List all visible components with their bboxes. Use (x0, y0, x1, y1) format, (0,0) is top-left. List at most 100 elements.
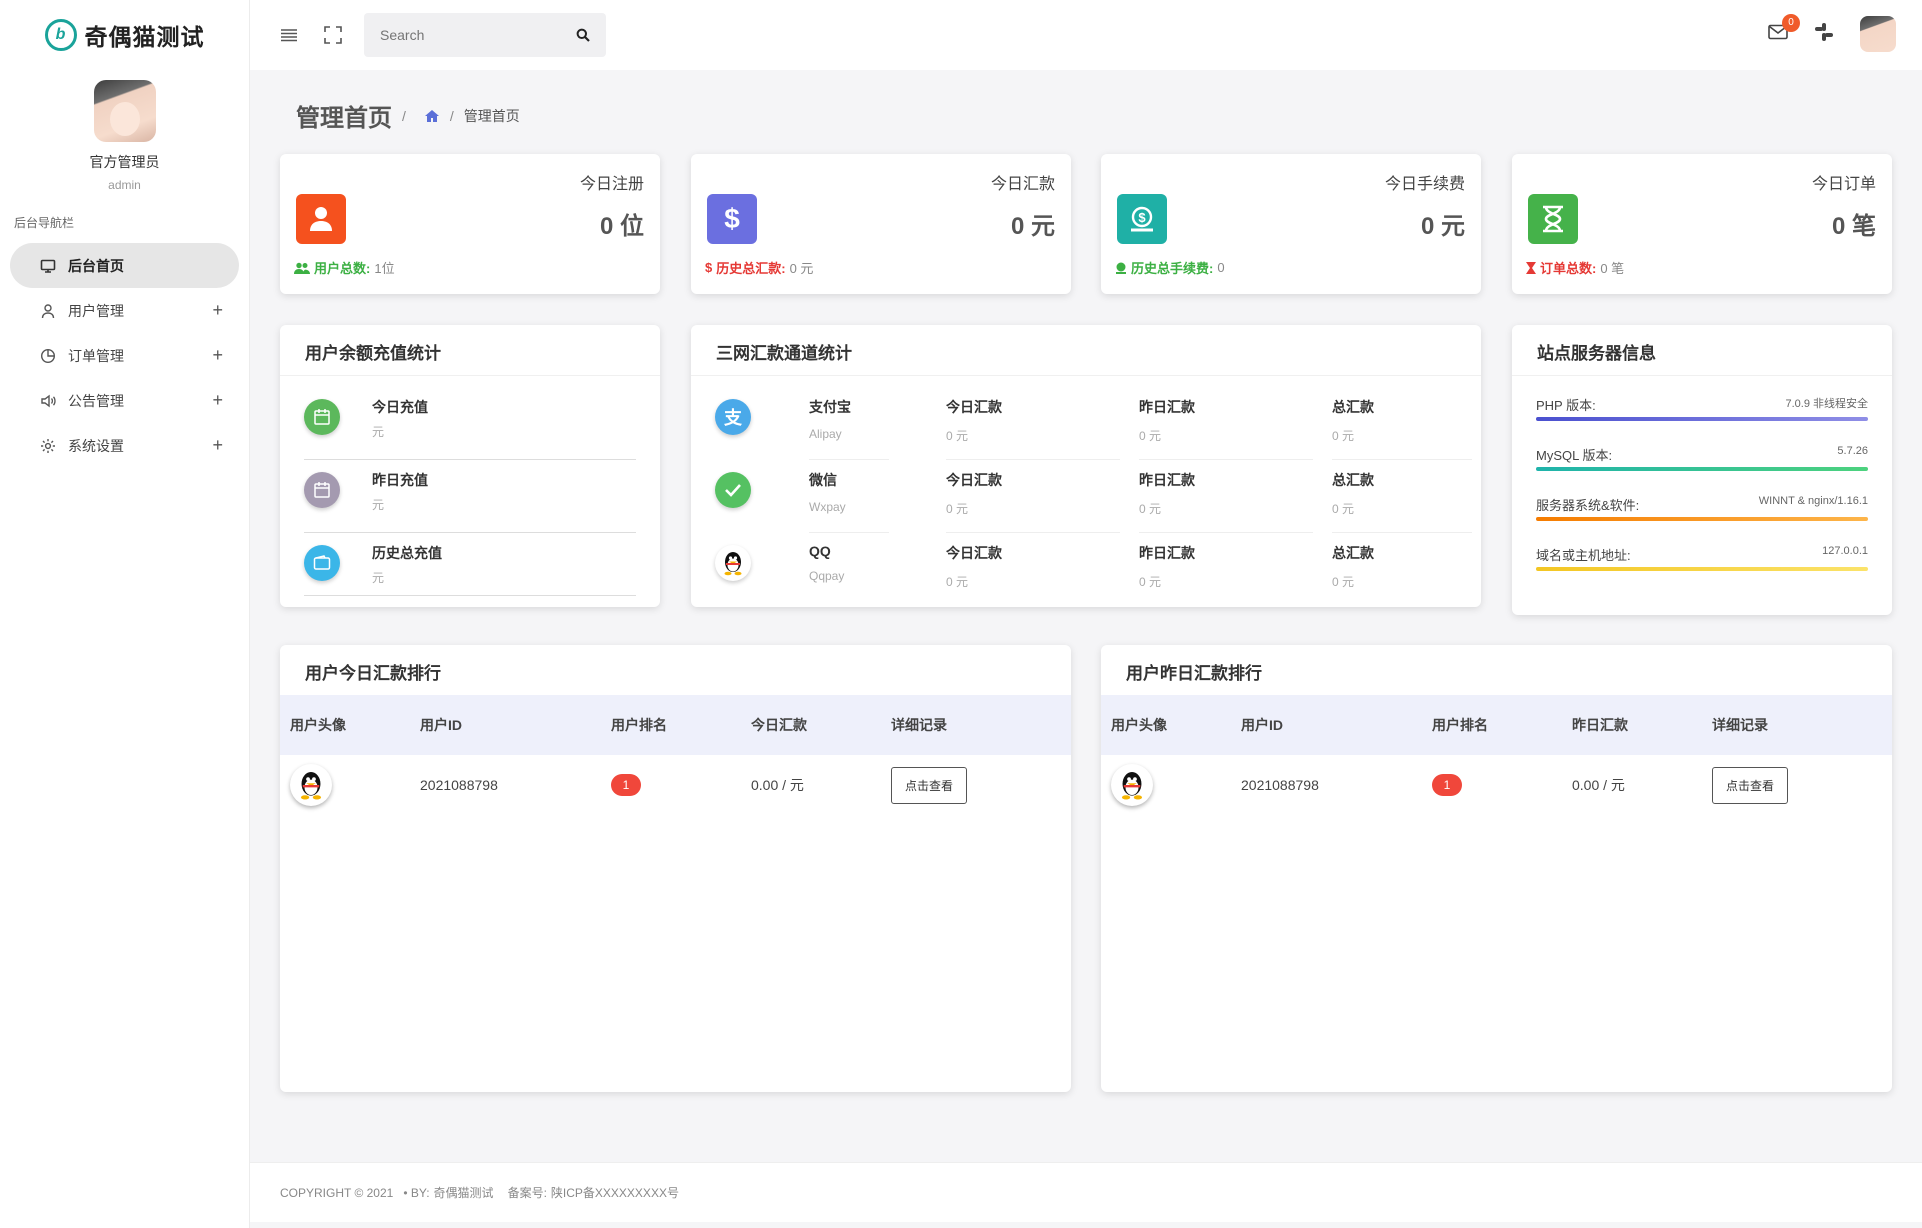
progress-bar (1536, 517, 1868, 521)
progress-bar (1536, 467, 1868, 471)
view-details-button[interactable]: 点击查看 (891, 766, 968, 804)
menu-toggle-button[interactable] (276, 22, 302, 48)
card-title: 用户余额充值统计 (305, 344, 441, 363)
wallet-icon (304, 545, 340, 581)
search-input[interactable] (380, 27, 576, 43)
qq-avatar-icon (1111, 764, 1153, 806)
search-box[interactable] (364, 13, 606, 57)
progress-bar (1536, 417, 1868, 421)
total-value: 0 元 (1332, 502, 1355, 516)
today-value: 0 元 (946, 502, 969, 516)
expand-icon[interactable]: + (212, 390, 223, 411)
qq-penguin-icon (715, 545, 751, 581)
svg-text:$: $ (1138, 210, 1146, 225)
sidebar-item-label: 后台首页 (68, 257, 124, 274)
ranking-table: 用户头像 用户ID 用户排名 昨日汇款 详细记录 2021088798 1 0.… (1101, 695, 1892, 815)
column-header: 用户ID (420, 717, 462, 733)
money-bag-icon (1116, 262, 1126, 274)
footer-author[interactable]: 奇偶猫测试 (434, 1184, 494, 1201)
apps-button[interactable] (1814, 22, 1834, 47)
divider (691, 375, 1481, 376)
breadcrumb-separator: / (449, 107, 454, 124)
page-title: 管理首页 (296, 105, 392, 132)
logo-icon: b (44, 19, 77, 51)
gear-icon (40, 438, 56, 454)
total-value: 0 元 (1332, 575, 1355, 589)
top-bar: 0 (250, 0, 1922, 70)
server-info-value: WINNT & nginx/1.16.1 (1758, 495, 1868, 507)
mail-count-badge: 0 (1782, 13, 1800, 32)
brand[interactable]: b 奇偶猫测试 (0, 0, 249, 70)
card-title: 用户昨日汇款排行 (1126, 664, 1262, 683)
sidebar-item-users[interactable]: 用户管理 + (10, 288, 239, 333)
avatar[interactable] (93, 80, 156, 142)
footer: COPYRIGHT © 2021 • BY: 奇偶猫测试 备案号: 陕ICP备X… (250, 1162, 1922, 1222)
slack-icon (1815, 22, 1833, 41)
sidebar-item-orders[interactable]: 订单管理 + (10, 333, 239, 378)
profile-role: admin (108, 178, 141, 192)
sidebar-item-notices[interactable]: 公告管理 + (10, 378, 239, 423)
calendar-icon (304, 472, 340, 508)
progress-bar (1536, 567, 1868, 571)
money-bag-icon: $ (1117, 194, 1167, 244)
list-item: 今日充值 元 (304, 387, 636, 460)
view-details-button[interactable]: 点击查看 (1712, 766, 1789, 804)
amount: 0.00 / 元 (751, 777, 804, 793)
channel-row-qq: QQ Qqpay 今日汇款 0 元 昨日汇款 0 元 总汇款 0 元 (715, 533, 1451, 605)
sidebar-item-label: 公告管理 (68, 392, 124, 409)
channel-name: QQ (809, 543, 831, 559)
divider (1512, 375, 1892, 376)
total-label: 总汇款 (1332, 545, 1374, 561)
divider (280, 375, 660, 376)
nav-title: 后台导航栏 (14, 216, 75, 230)
user-icon (296, 194, 346, 244)
user-avatar-button[interactable] (1860, 16, 1896, 52)
column-header: 用户排名 (1432, 717, 1488, 733)
card-title: 三网汇款通道统计 (716, 344, 852, 363)
yesterday-ranking-card: 用户昨日汇款排行 用户头像 用户ID 用户排名 昨日汇款 详细记录 202108… (1101, 645, 1892, 1092)
expand-icon[interactable]: + (212, 435, 223, 456)
footer-by: • BY: (403, 1185, 430, 1200)
fullscreen-button[interactable] (320, 22, 346, 48)
total-label: 总汇款 (1332, 472, 1374, 488)
profile: 官方管理员 admin (0, 70, 249, 192)
icp-label: 备案号: (507, 1186, 547, 1200)
today-label: 今日汇款 (946, 399, 1002, 415)
expand-icon[interactable]: + (212, 300, 223, 321)
table-row: 2021088798 1 0.00 / 元 点击查看 (280, 755, 1071, 815)
sidebar: b 奇偶猫测试 官方管理员 admin 后台导航栏 后台首页 用户管理 + 订单… (0, 0, 250, 1228)
yesterday-value: 0 元 (1139, 429, 1162, 443)
channel-name: 支付宝 (809, 399, 851, 415)
server-info-row: PHP 版本: 7.0.9 非线程安全 (1536, 395, 1868, 445)
sidebar-item-settings[interactable]: 系统设置 + (10, 423, 239, 468)
search-icon[interactable] (576, 28, 590, 42)
today-value: 0 元 (946, 575, 969, 589)
stat-value: 0 笔 (1831, 213, 1876, 240)
stat-footer-key: 历史总手续费: (1131, 261, 1214, 276)
stat-label: 今日订单 (1811, 176, 1876, 193)
stat-label: 今日汇款 (990, 176, 1055, 193)
header-actions: 0 (1768, 13, 1896, 52)
mail-button[interactable]: 0 (1768, 13, 1800, 45)
total-label: 总汇款 (1332, 399, 1374, 415)
expand-icon[interactable]: + (212, 345, 223, 366)
pie-chart-icon (40, 348, 56, 364)
column-header: 详细记录 (891, 717, 947, 733)
sidebar-item-label: 系统设置 (68, 437, 124, 454)
copyright: COPYRIGHT © 2021 (280, 1185, 394, 1200)
channel-row-alipay: 支 支付宝 Alipay 今日汇款 0 元 昨日汇款 0 元 总汇款 0 元 (715, 387, 1472, 460)
stat-footer: 用户总数: 1位 (294, 258, 395, 277)
stat-value: 0 元 (1010, 213, 1055, 240)
hamburger-icon (281, 29, 297, 42)
stat-footer-value: 0 笔 (1600, 261, 1625, 276)
server-info-key: PHP 版本: (1536, 398, 1596, 413)
dollar-icon: $ (707, 194, 757, 244)
alipay-icon: 支 (715, 399, 751, 435)
icp-number[interactable]: 陕ICP备XXXXXXXXX号 (551, 1184, 679, 1201)
sidebar-item-home[interactable]: 后台首页 (10, 243, 239, 288)
home-icon[interactable] (424, 109, 440, 123)
fullscreen-icon (324, 26, 342, 44)
stat-footer-value: 0 元 (789, 261, 814, 276)
table-header: 用户头像 用户ID 用户排名 昨日汇款 详细记录 (1101, 695, 1892, 755)
wechat-icon (715, 472, 751, 508)
